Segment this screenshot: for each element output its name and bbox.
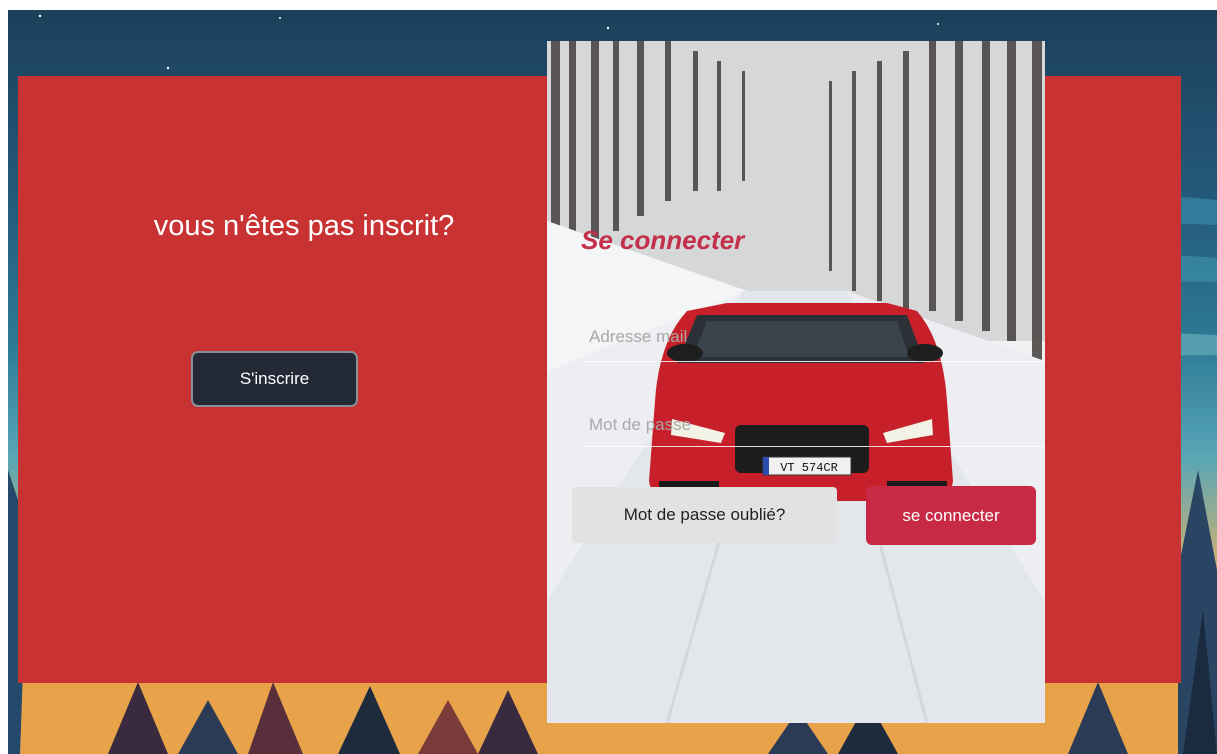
signup-button[interactable]: S'inscrire xyxy=(191,351,358,407)
login-submit-button[interactable]: se connecter xyxy=(866,486,1036,545)
forgot-password-button[interactable]: Mot de passe oublié? xyxy=(572,487,837,543)
license-plate-text: VT 574CR xyxy=(780,461,838,475)
snowy-road-car-photo: VT 574CR xyxy=(547,41,1045,723)
email-input[interactable] xyxy=(585,320,1045,362)
password-input[interactable] xyxy=(585,411,1045,447)
signup-heading: vous n'êtes pas inscrit? xyxy=(153,210,455,242)
login-title: Se connecter xyxy=(581,225,745,255)
login-card: VT 574CR Se connecter Mot de passe oubli… xyxy=(547,41,1045,723)
